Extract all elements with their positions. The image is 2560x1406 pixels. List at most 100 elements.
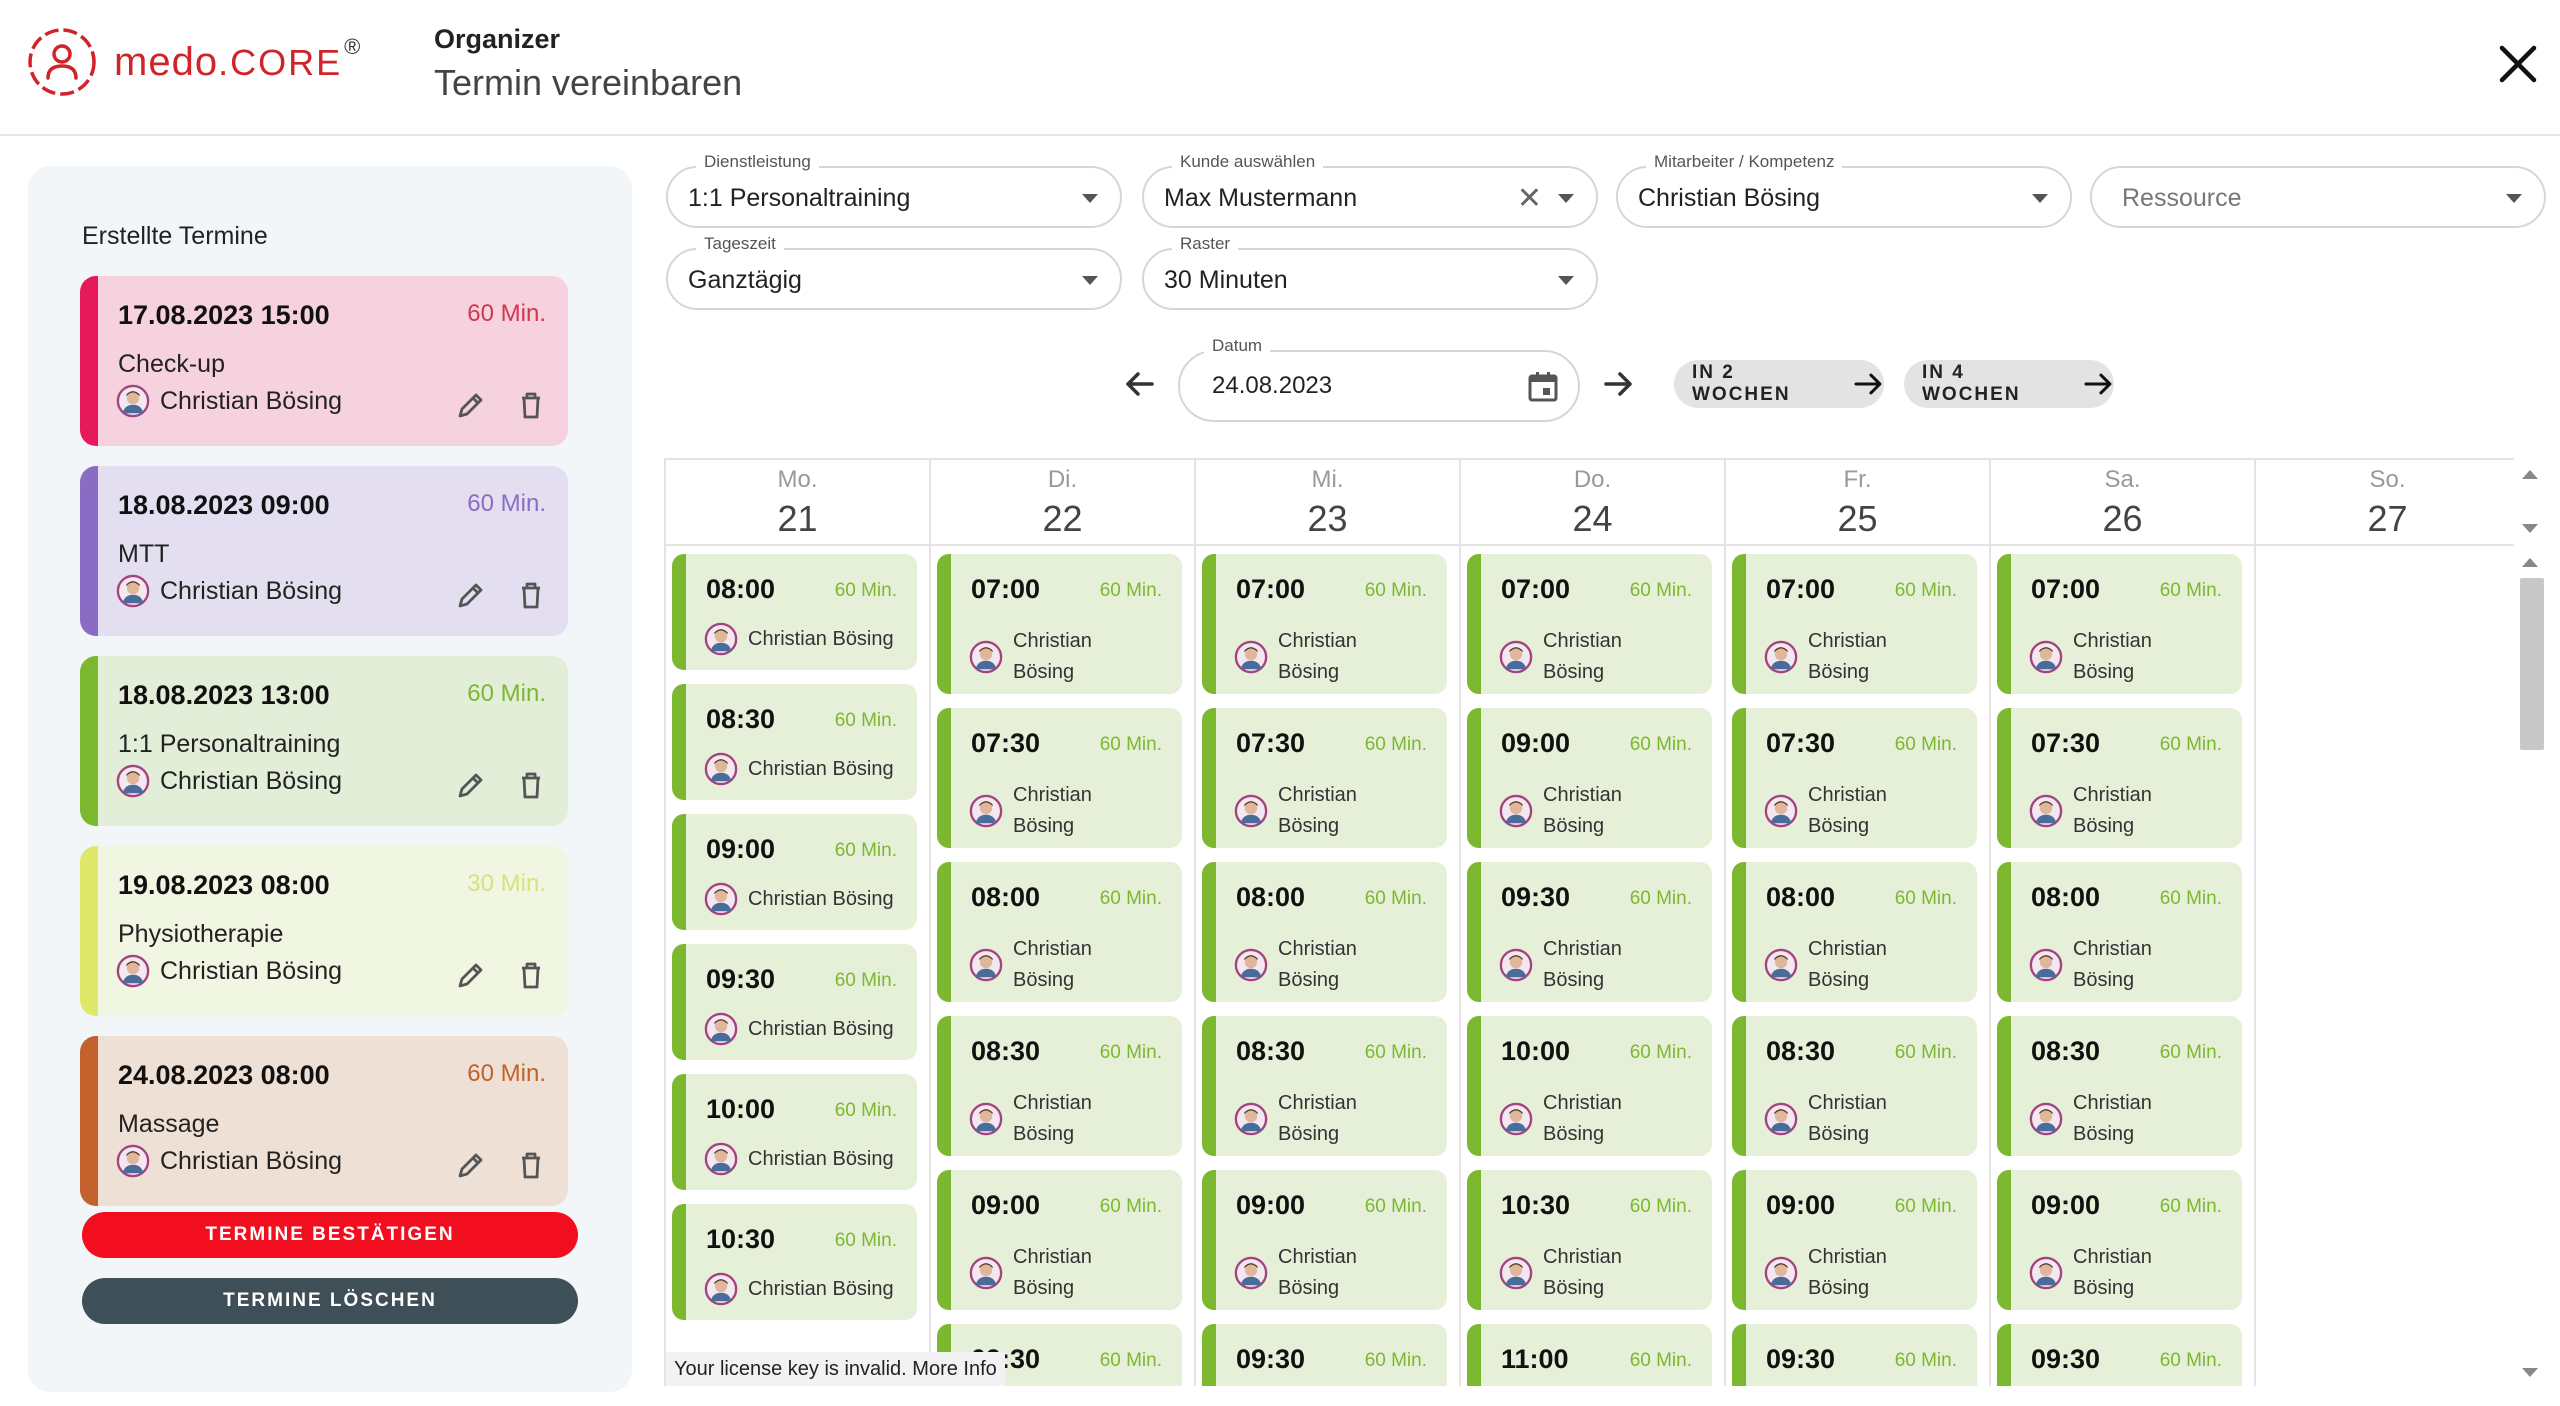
dienstleistung-label: Dienstleistung <box>696 152 819 172</box>
calendar-icon[interactable] <box>1526 370 1560 404</box>
time-slot[interactable]: 08:00 60 Min. Christian Bösing <box>672 554 917 670</box>
delete-appointments-button[interactable]: TERMINE LÖSCHEN <box>82 1278 578 1324</box>
delete-trash-icon[interactable] <box>514 958 548 992</box>
scroll-down-icon[interactable] <box>2522 1368 2538 1377</box>
slot-person-last: Bösing <box>1013 661 1075 683</box>
edit-pencil-icon[interactable] <box>454 578 488 612</box>
time-slot[interactable]: 09:00 60 Min. Christian Bösing <box>672 814 917 930</box>
scroll-up-icon[interactable] <box>2522 558 2538 567</box>
time-slot[interactable]: 09:00 60 Min. Christian Bösing <box>1997 1170 2242 1310</box>
confirm-appointments-button[interactable]: TERMINE BESTÄTIGEN <box>82 1212 578 1258</box>
time-slot[interactable]: 07:00 60 Min. Christian Bösing <box>937 554 1182 694</box>
time-slot[interactable]: 07:00 60 Min. Christian Bösing <box>1467 554 1712 694</box>
next-arrow-icon[interactable] <box>1596 362 1640 406</box>
day-name: Sa. <box>2104 466 2141 493</box>
kunde-select[interactable]: Kunde auswählen Max Mustermann ✕ <box>1142 152 1598 228</box>
mitarbeiter-select[interactable]: Mitarbeiter / Kompetenz Christian Bösing <box>1616 152 2072 228</box>
page-title: Organizer <box>434 24 561 54</box>
slot-person-last: Bösing <box>1013 969 1075 991</box>
slot-accent-bar <box>672 554 686 670</box>
slot-accent-bar <box>1202 554 1216 694</box>
time-slot[interactable]: 11:0060 Min.ChristianBösing <box>1467 1324 1712 1386</box>
clear-icon[interactable]: ✕ <box>1517 184 1542 214</box>
time-slot[interactable]: 09:00 60 Min. Christian Bösing <box>1202 1170 1447 1310</box>
ressource-select[interactable]: Ressource <box>2090 166 2546 228</box>
time-slot[interactable]: 07:30 60 Min. Christian Bösing <box>937 708 1182 848</box>
slot-person: Christian Bösing <box>704 622 894 656</box>
time-slot[interactable]: 07:30 60 Min. Christian Bösing <box>1997 708 2242 848</box>
brand-logo: medo.CORE® <box>26 26 361 98</box>
time-slot[interactable]: 09:3060 Min.ChristianBösing <box>1732 1324 1977 1386</box>
time-slot[interactable]: 09:00 60 Min. Christian Bösing <box>1732 1170 1977 1310</box>
time-slot[interactable]: 07:30 60 Min. Christian Bösing <box>1202 708 1447 848</box>
time-slot[interactable]: 10:00 60 Min. Christian Bösing <box>672 1074 917 1190</box>
time-slot[interactable]: 08:00 60 Min. Christian Bösing <box>1202 862 1447 1002</box>
delete-trash-icon[interactable] <box>514 388 548 422</box>
time-slot[interactable]: 07:00 60 Min. Christian Bösing <box>1202 554 1447 694</box>
delete-trash-icon[interactable] <box>514 1148 548 1182</box>
slot-person: Christian Bösing <box>969 780 1092 842</box>
raster-select[interactable]: Raster 30 Minuten <box>1142 234 1598 310</box>
slot-person-name: Christian Bösing <box>1278 934 1357 996</box>
time-slot[interactable]: 07:30 60 Min. Christian Bösing <box>1732 708 1977 848</box>
edit-pencil-icon[interactable] <box>454 958 488 992</box>
delete-trash-icon[interactable] <box>514 578 548 612</box>
edit-pencil-icon[interactable] <box>454 768 488 802</box>
time-slot[interactable]: 10:30 60 Min. Christian Bösing <box>1467 1170 1712 1310</box>
time-slot[interactable]: 09:30 60 Min. Christian Bösing <box>672 944 917 1060</box>
scrollbar-thumb[interactable] <box>2520 578 2544 750</box>
avatar-icon <box>1764 640 1798 674</box>
time-slot[interactable]: 08:30 60 Min. Christian Bösing <box>672 684 917 800</box>
time-slot[interactable]: 09:3060 Min.ChristianBösing <box>1467 862 1712 1002</box>
time-slot[interactable]: 09:00 60 Min. Christian Bösing <box>937 1170 1182 1310</box>
slot-person-last: Bösing <box>2073 815 2135 837</box>
arrow-right-icon <box>1854 373 1882 395</box>
slot-duration: 60 Min. <box>834 580 897 601</box>
scroll-down-icon[interactable] <box>2522 524 2538 533</box>
slot-accent-bar <box>1202 1016 1216 1156</box>
appointment-card[interactable]: 24.08.2023 08:00 60 Min. Massage Christian … <box>80 1036 568 1206</box>
dienstleistung-select[interactable]: Dienstleistung 1:1 Personaltraining <box>666 152 1122 228</box>
time-slot[interactable]: 08:00 60 Min. Christian Bösing <box>937 862 1182 1002</box>
slot-accent-bar <box>1997 1170 2011 1310</box>
avatar-icon <box>2029 948 2063 982</box>
time-slot[interactable]: 09:3060 Min.ChristianBösing <box>1997 1324 2242 1386</box>
appointment-card[interactable]: 18.08.2023 09:00 60 Min. MTT Christian Bösi… <box>80 466 568 636</box>
time-slot[interactable]: 09:00 60 Min. Christian Bösing <box>1467 708 1712 848</box>
time-slot[interactable]: 09:3060 Min.ChristianBösing <box>1202 1324 1447 1386</box>
in-4-weeks-button[interactable]: IN 4 WOCHEN <box>1904 360 2114 408</box>
appointment-card[interactable]: 17.08.2023 15:00 60 Min. Check-up Christian… <box>80 276 568 446</box>
time-slot[interactable]: 08:00 60 Min. Christian Bösing <box>1732 862 1977 1002</box>
appointment-card[interactable]: 19.08.2023 08:00 30 Min. Physiotherapie Chr… <box>80 846 568 1016</box>
tageszeit-select[interactable]: Tageszeit Ganztägig <box>666 234 1122 310</box>
brand-name: medo.CORE® <box>114 33 362 84</box>
previous-arrow-icon[interactable] <box>1118 362 1162 406</box>
time-slot[interactable]: 07:00 60 Min. Christian Bösing <box>1997 554 2242 694</box>
avatar-icon <box>116 574 150 608</box>
day-header: Do. 24 <box>1461 460 1726 546</box>
day-header: Fr. 25 <box>1726 460 1991 546</box>
delete-trash-icon[interactable] <box>514 768 548 802</box>
in-2-weeks-button[interactable]: IN 2 WOCHEN <box>1674 360 1884 408</box>
scroll-up-icon[interactable] <box>2522 470 2538 479</box>
time-slot[interactable]: 07:00 60 Min. Christian Bösing <box>1732 554 1977 694</box>
calendar-scrollbar[interactable] <box>2514 458 2546 1386</box>
time-slot[interactable]: 08:30 60 Min. Christian Bösing <box>1202 1016 1447 1156</box>
license-more-info-link[interactable]: More Info <box>912 1358 996 1380</box>
slot-person: Christian Bösing <box>1764 780 1887 842</box>
appointment-person: Christian Bösing <box>116 574 342 608</box>
edit-pencil-icon[interactable] <box>454 1148 488 1182</box>
edit-pencil-icon[interactable] <box>454 388 488 422</box>
close-icon[interactable] <box>2494 40 2542 88</box>
slot-duration: 60 Min. <box>1099 1042 1162 1063</box>
appointment-card[interactable]: 18.08.2023 13:00 60 Min. 1:1 Personaltrain… <box>80 656 568 826</box>
time-slot[interactable]: 08:30 60 Min. Christian Bösing <box>937 1016 1182 1156</box>
appointment-person-name: Christian Bösing <box>160 1146 343 1175</box>
datum-input[interactable]: Datum 24.08.2023 <box>1178 336 1580 422</box>
time-slot[interactable]: 08:30 60 Min. Christian Bösing <box>1997 1016 2242 1156</box>
time-slot[interactable]: 10:30 60 Min. Christian Bösing <box>672 1204 917 1320</box>
time-slot[interactable]: 08:00 60 Min. Christian Bösing <box>1997 862 2242 1002</box>
slot-person-name: Christian Bösing <box>2073 1242 2152 1304</box>
time-slot[interactable]: 10:00 60 Min. Christian Bösing <box>1467 1016 1712 1156</box>
time-slot[interactable]: 08:30 60 Min. Christian Bösing <box>1732 1016 1977 1156</box>
